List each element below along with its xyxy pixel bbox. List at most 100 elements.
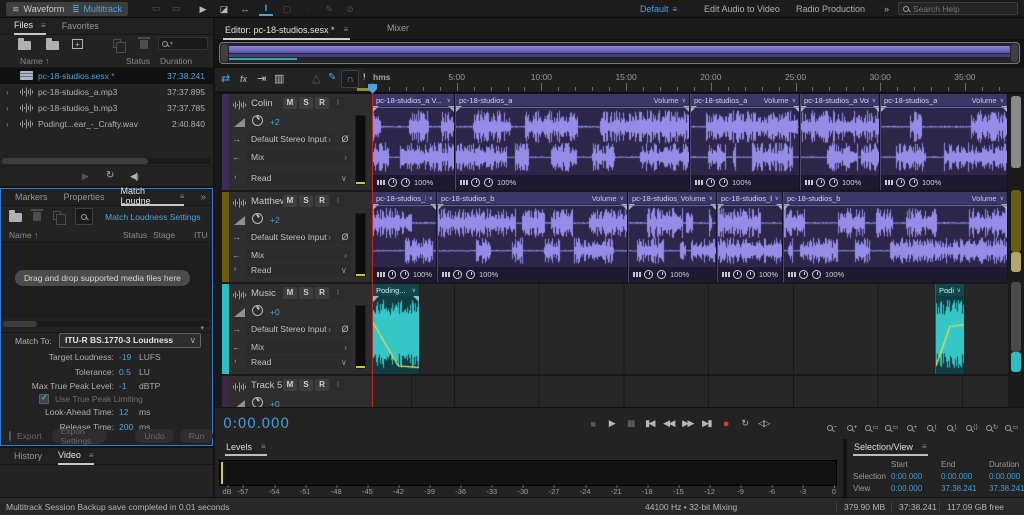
clip-gain-knob[interactable] xyxy=(799,270,808,279)
crossfade-tool-icon[interactable]: ⇄ xyxy=(221,72,230,85)
clip-volume-label[interactable]: Volume xyxy=(972,194,997,203)
zoom-to-selection-range-button[interactable]: ⟨⟩ xyxy=(964,416,980,431)
field-value[interactable]: -19 xyxy=(119,352,131,362)
clip-volume-label[interactable]: Volume xyxy=(681,194,706,203)
output-selector[interactable]: Mix› xyxy=(246,341,351,354)
volume-knob[interactable] xyxy=(252,397,263,407)
metronome-icon[interactable]: △ xyxy=(312,72,320,85)
metering-icon[interactable]: ▥ xyxy=(274,72,284,85)
zoom-in-right-edge-button[interactable]: ⟩ xyxy=(944,416,960,431)
move-tool-icon[interactable]: ▶ xyxy=(196,2,210,16)
zoom-out-amplitude-button[interactable]: − xyxy=(824,416,840,431)
track-color-strip[interactable] xyxy=(222,376,229,407)
volume-knob[interactable] xyxy=(252,213,263,224)
clip-gain-knob[interactable] xyxy=(644,270,653,279)
clip-pan-knob[interactable] xyxy=(466,270,475,279)
fast-forward-button[interactable]: ▶▶ xyxy=(681,416,694,431)
selection-view-value[interactable]: 0:00.000 xyxy=(989,472,1020,481)
automation-expand-icon[interactable]: › xyxy=(234,358,236,365)
field-value[interactable]: 12 xyxy=(119,407,128,417)
volume-envelope-line[interactable] xyxy=(718,205,782,206)
file-row[interactable]: ›pc-18-studios_b.mp337:37.785 xyxy=(0,100,213,116)
arm-record-button[interactable]: R xyxy=(315,379,329,391)
file-row[interactable]: ›pc-18-studios_a.mp337:37.895 xyxy=(0,84,213,100)
mute-button[interactable]: M xyxy=(283,379,297,391)
clip-gain-knob[interactable] xyxy=(471,178,480,187)
file-row[interactable]: pc-18-studios.sesx *37:38.241 xyxy=(0,68,213,84)
audio-clip[interactable]: pc-18-studios_b V...∨100% xyxy=(372,192,437,282)
automation-expand-icon[interactable]: › xyxy=(234,266,236,273)
new-item-icon[interactable]: + xyxy=(72,39,83,49)
tab-match-loudne[interactable]: Match Loudne≡ xyxy=(121,189,185,206)
track-lane[interactable]: pc-18-studios_a V...∨100%pc-18-studios_a… xyxy=(372,94,1008,190)
playhead-time-display[interactable]: 0:00.000 xyxy=(223,416,290,432)
clip-header[interactable]: pc-18-studios_aVolume∨ xyxy=(456,94,689,106)
volume-envelope-line[interactable] xyxy=(801,107,879,108)
match-to-dropdown[interactable]: ITU-R BS.1770-3 Loudness ∨ xyxy=(59,333,201,348)
marquee-selection-tool-icon[interactable]: ▢ xyxy=(280,2,294,16)
solo-button[interactable]: S xyxy=(299,379,313,391)
clip-menu-chevron-icon[interactable]: ∨ xyxy=(682,97,686,104)
clip-volume-label[interactable]: Volume xyxy=(764,96,789,105)
clip-pan-knob[interactable] xyxy=(400,270,408,279)
files-search-field[interactable]: ▾ xyxy=(158,37,208,50)
import-file-icon[interactable] xyxy=(46,41,59,50)
editor-tab[interactable]: Editor: pc-18-studios.sesx *≡ xyxy=(223,21,350,40)
levels-menu-icon[interactable]: ≡ xyxy=(261,442,266,452)
fade-out-handle[interactable] xyxy=(413,296,419,302)
collapse-settings-icon[interactable]: ▾ xyxy=(200,324,204,332)
clip-menu-chevron-icon[interactable]: ∨ xyxy=(957,287,961,294)
tab-favorites[interactable]: Favorites xyxy=(62,18,99,35)
true-peak-checkbox[interactable] xyxy=(39,394,49,404)
track-color-chip[interactable] xyxy=(1011,352,1021,372)
clip-gain-knob[interactable] xyxy=(388,178,397,187)
panel-menu-icon[interactable]: ≡ xyxy=(41,21,46,30)
audio-clip[interactable]: Poding...∨ xyxy=(372,284,420,374)
loudness-scan-button[interactable] xyxy=(75,208,93,225)
skip-selection-button[interactable]: ◁▷ xyxy=(757,416,770,431)
multitrack-view-button[interactable]: ≣ Multitrack xyxy=(66,2,128,16)
clip-header[interactable]: pc-18-studios_bVolume∨ xyxy=(784,192,1007,204)
navigator-left-handle[interactable] xyxy=(221,44,228,62)
reset-zoom-button[interactable]: ↻ xyxy=(984,416,1000,431)
lasso-selection-tool-icon[interactable]: ◌ xyxy=(301,2,315,16)
output-selector[interactable]: Mix› xyxy=(246,151,351,164)
clip-header[interactable]: Poding...∨ xyxy=(373,284,419,296)
run-button[interactable]: Run xyxy=(180,429,214,443)
zoom-in-left-edge-button[interactable]: ⟨ xyxy=(924,416,940,431)
track-lane[interactable] xyxy=(372,376,1008,407)
workspace-menu-icon[interactable]: ≡ xyxy=(673,5,678,14)
monitor-input-button[interactable]: I xyxy=(331,287,345,299)
track-name[interactable]: Matthew xyxy=(251,196,287,207)
time-selection-tool-icon[interactable]: I xyxy=(259,2,273,16)
selection-view-menu-icon[interactable]: ≡ xyxy=(922,442,927,452)
arm-record-button[interactable]: R xyxy=(315,195,329,207)
levels-tab[interactable]: Levels≡ xyxy=(225,442,267,456)
tab-properties[interactable]: Properties xyxy=(64,189,105,206)
audio-clip[interactable]: pc-18-studios_bVolume∨100% xyxy=(783,192,1008,282)
expand-chevron-icon[interactable]: › xyxy=(6,88,9,97)
audio-clip[interactable]: pc-18-studios_bVolume∨100% xyxy=(437,192,628,282)
track-color-strip[interactable] xyxy=(222,284,229,374)
pencil-tool-icon[interactable]: ✎ xyxy=(328,72,336,83)
auto-play-speaker-icon[interactable]: ◀) xyxy=(130,171,138,182)
clip-pan-knob[interactable] xyxy=(812,270,821,279)
loop-preview-icon[interactable]: ↻ xyxy=(106,170,114,181)
selection-view-value[interactable]: 0:00.000 xyxy=(941,472,972,481)
gain-value[interactable]: +0 xyxy=(270,307,280,317)
solo-button[interactable]: S xyxy=(299,287,313,299)
loop-playback-button[interactable]: ↻ xyxy=(738,416,751,431)
track-name[interactable]: Music xyxy=(251,288,276,299)
audio-clip[interactable]: Poding...∨ xyxy=(935,284,965,374)
input-selector[interactable]: Default Stereo Input› xyxy=(246,323,335,336)
waveform-view-button[interactable]: ≋ Waveform xyxy=(6,2,70,16)
input-selector[interactable]: Default Stereo Input› xyxy=(246,231,335,244)
clip-menu-chevron-icon[interactable]: ∨ xyxy=(792,97,796,104)
audio-clip[interactable]: pc-18-studios_a Vol...∨100% xyxy=(800,94,880,190)
clip-menu-chevron-icon[interactable]: ∨ xyxy=(1000,195,1004,202)
volume-envelope-line[interactable] xyxy=(629,205,716,206)
clip-volume-label[interactable]: Volume xyxy=(592,194,617,203)
rewind-button[interactable]: ◀◀ xyxy=(662,416,675,431)
track-lane[interactable]: pc-18-studios_b V...∨100%pc-18-studios_b… xyxy=(372,192,1008,282)
session-overview-navigator[interactable] xyxy=(219,42,1020,64)
